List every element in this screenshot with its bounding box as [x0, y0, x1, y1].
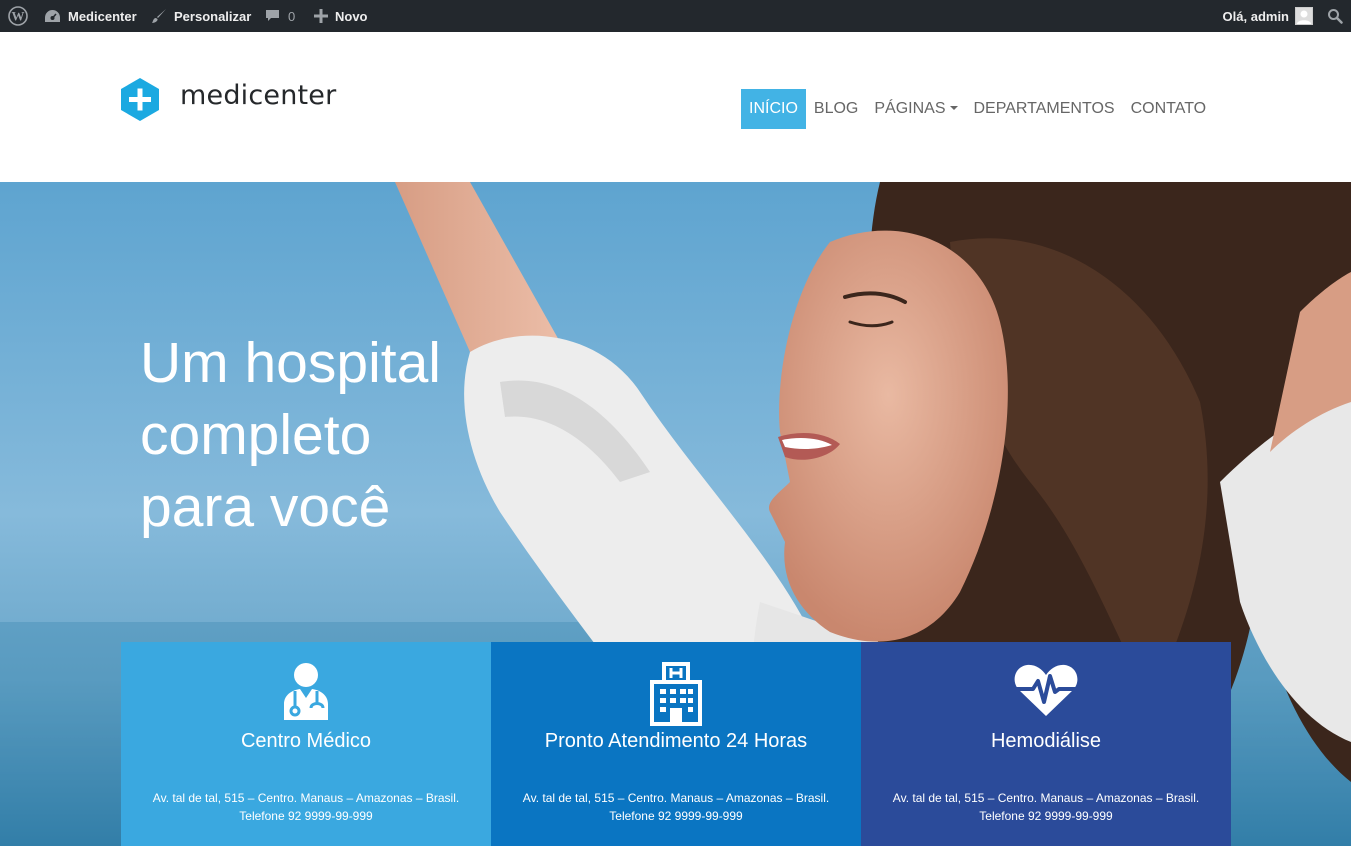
search-icon: [1328, 9, 1343, 24]
avatar: [1295, 7, 1313, 25]
hero-title-line: completo: [140, 403, 372, 467]
admin-bar-account[interactable]: Olá, admin: [1223, 0, 1313, 32]
hero-title-line: para você: [140, 475, 391, 539]
svg-text:W: W: [12, 9, 25, 24]
admin-bar-search-icon[interactable]: [1327, 0, 1343, 32]
paintbrush-icon: [152, 9, 166, 23]
site-header: medicenter Início Blog Páginas Departame…: [0, 32, 1351, 182]
logo-text: medicenter: [180, 80, 337, 111]
feature-address: Av. tal de tal, 515 – Centro. Manaus – A…: [892, 791, 1200, 805]
nav-item-blog[interactable]: Blog: [806, 89, 866, 129]
nav-item-label: Blog: [813, 100, 859, 117]
feature-phone: Telefone 92 9999-99-999: [239, 809, 373, 823]
nav-item-departamentos[interactable]: Departamentos: [966, 89, 1123, 129]
admin-bar-new-link[interactable]: Novo: [314, 0, 368, 32]
hospital-icon: [491, 662, 861, 726]
customize-label: Personalizar: [174, 8, 252, 24]
feature-phone: Telefone 92 9999-99-999: [609, 809, 743, 823]
wordpress-logo-icon[interactable]: W: [8, 0, 30, 32]
caret-down-icon: [949, 106, 958, 110]
feature-title: Centro Médico: [240, 730, 372, 752]
plus-icon: [314, 9, 328, 23]
feature-boxes: Centro Médico Av. tal de tal, 515 – Cent…: [121, 642, 1231, 846]
nav-item-inicio[interactable]: Início: [741, 89, 806, 129]
feature-box-centro-medico[interactable]: Centro Médico Av. tal de tal, 515 – Cent…: [121, 642, 491, 846]
site-name-label: Medicenter: [68, 8, 137, 24]
new-label: Novo: [335, 8, 368, 24]
feature-address: Av. tal de tal, 515 – Centro. Manaus – A…: [152, 791, 460, 805]
hero-title: Um hospital completo para você: [140, 327, 500, 543]
main-nav: Início Blog Páginas Departamentos Contat…: [741, 89, 1214, 129]
medicenter-logo-icon: [121, 78, 159, 121]
admin-bar-site-link[interactable]: Medicenter: [44, 0, 137, 32]
feature-title: Hemodiálise: [990, 730, 1102, 752]
admin-bar-comments-link[interactable]: 0: [265, 0, 295, 32]
howdy-label: Olá, admin: [1222, 8, 1289, 24]
admin-bar-customize-link[interactable]: Personalizar: [151, 0, 251, 32]
site-logo[interactable]: medicenter: [120, 77, 336, 122]
feature-text: Av. tal de tal, 515 – Centro. Manaus – A…: [121, 789, 491, 825]
hero-title-line: Um hospital: [140, 331, 441, 395]
heartbeat-icon: [861, 662, 1231, 724]
nav-item-label: Páginas: [874, 100, 946, 117]
feature-box-pronto-atendimento[interactable]: Pronto Atendimento 24 Horas Av. tal de t…: [491, 642, 861, 846]
admin-bar: W Medicenter Personalizar 0 Novo Olá, ad…: [0, 0, 1351, 32]
nav-item-label: Contato: [1130, 100, 1207, 117]
feature-text: Av. tal de tal, 515 – Centro. Manaus – A…: [491, 789, 861, 825]
dashboard-icon: [45, 9, 60, 22]
comments-count: 0: [288, 8, 296, 24]
feature-box-hemodialise[interactable]: Hemodiálise Av. tal de tal, 515 – Centro…: [861, 642, 1231, 846]
feature-address: Av. tal de tal, 515 – Centro. Manaus – A…: [522, 791, 830, 805]
nav-item-label: Departamentos: [973, 100, 1115, 117]
nav-item-label: Início: [749, 100, 798, 117]
nav-item-contato[interactable]: Contato: [1123, 89, 1215, 129]
nav-item-paginas[interactable]: Páginas: [866, 89, 965, 129]
feature-text: Av. tal de tal, 515 – Centro. Manaus – A…: [861, 789, 1231, 825]
doctor-icon: [121, 662, 491, 724]
feature-title: Pronto Atendimento 24 Horas: [544, 730, 808, 752]
feature-phone: Telefone 92 9999-99-999: [979, 809, 1113, 823]
comment-icon: [266, 10, 279, 21]
